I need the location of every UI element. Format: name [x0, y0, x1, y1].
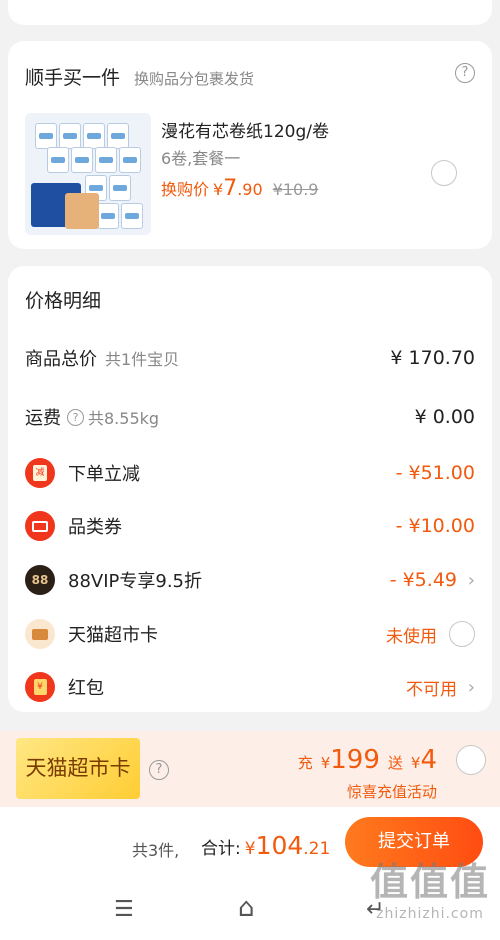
row-supermarket-card[interactable]: 天猫超市卡 未使用 [25, 619, 475, 649]
help-icon[interactable]: ? [455, 63, 475, 83]
row-instant-discount: 减 下单立减 - ¥51.00 [25, 458, 475, 488]
promo-prefix: 充 [297, 754, 313, 772]
promo-subtitle: 惊喜充值活动 [346, 783, 437, 801]
row-value: - ¥5.49 [389, 569, 457, 591]
total-int: 104 [255, 831, 304, 860]
home-icon[interactable]: ⌂ [238, 893, 255, 923]
detail-title: 价格明细 [25, 290, 102, 312]
row-goods-total: 商品总价 共1件宝贝 ¥ 170.70 [25, 344, 475, 372]
promo-currency: ¥ [320, 754, 331, 772]
row-sub: 共1件宝贝 [105, 350, 180, 369]
watermark-logo: 值值值 zhizhizhi.com [370, 851, 490, 922]
row-shipping: 运费 ? 共8.55kg ¥ 0.00 [25, 403, 475, 431]
row-label: 品类券 [68, 517, 122, 538]
row-value: ¥ 170.70 [390, 347, 475, 369]
total-label: 合计: [201, 839, 241, 859]
card-icon [25, 619, 55, 649]
total-dec: .21 [303, 839, 331, 859]
order-total: 合计: ¥ 104 .21 [201, 831, 330, 860]
addon-header: 顺手买一件 换购品分包裹发货 [25, 63, 254, 90]
vip88-icon: 88 [25, 565, 55, 595]
addon-select-radio[interactable] [431, 160, 457, 186]
promo-charge: 199 [330, 745, 380, 775]
recharge-promo: 天猫超市卡 ? 充 ¥ 199 送 ¥ 4 惊喜充值活动 [0, 731, 500, 807]
help-icon[interactable]: ? [149, 760, 169, 780]
previous-card [8, 0, 492, 25]
row-value: - ¥51.00 [395, 462, 475, 484]
product-price: 换购价 ¥ 7 .90 ¥10.9 [161, 176, 318, 201]
price-currency: ¥ [213, 180, 224, 199]
product-spec: 6卷,套餐一 [161, 149, 241, 168]
promo-bonus-word: 送 [387, 754, 403, 772]
promo-radio[interactable] [456, 745, 486, 775]
promo-currency: ¥ [410, 754, 421, 772]
price-detail-card: 价格明细 商品总价 共1件宝贝 ¥ 170.70 运费 ? 共8.55kg ¥ … [8, 266, 492, 712]
row-value: ¥ 0.00 [414, 406, 475, 428]
row-hongbao[interactable]: ¥ 红包 不可用 › [25, 672, 475, 702]
promo-offer: 充 ¥ 199 送 ¥ 4 [298, 745, 437, 775]
price-dec: .90 [237, 180, 263, 199]
product-image[interactable] [25, 113, 151, 235]
addon-card: 顺手买一件 换购品分包裹发货 ? 漫花有芯卷纸120g/卷 6卷,套餐一 换购价… [8, 41, 492, 249]
row-value: - ¥10.00 [395, 515, 475, 537]
supermarket-card-badge: 天猫超市卡 [16, 738, 140, 799]
menu-icon[interactable]: ☰ [114, 897, 134, 922]
price-int: 7 [223, 176, 238, 201]
row-label: 商品总价 [25, 349, 97, 370]
price-label: 换购价 [161, 180, 210, 199]
old-price: ¥10.9 [272, 180, 319, 199]
row-88vip[interactable]: 88 88VIP专享9.5折 - ¥5.49 › [25, 565, 475, 595]
jian-icon: 减 [25, 458, 55, 488]
row-label: 天猫超市卡 [68, 625, 158, 646]
row-label: 88VIP专享9.5折 [68, 571, 203, 592]
row-label: 红包 [68, 678, 104, 699]
chevron-right-icon[interactable]: › [468, 570, 475, 591]
ticket-icon [25, 511, 55, 541]
card-radio[interactable] [449, 621, 475, 647]
total-currency: ¥ [244, 839, 256, 859]
row-label: 下单立减 [68, 464, 140, 485]
promo-bonus: 4 [420, 745, 437, 775]
row-label: 运费 [25, 408, 61, 429]
help-icon[interactable]: ? [67, 408, 84, 426]
addon-title: 顺手买一件 [25, 67, 121, 89]
row-value: 不可用 [406, 679, 457, 700]
watermark-title: 值值值 [369, 860, 490, 904]
product-name[interactable]: 漫花有芯卷纸120g/卷 [161, 117, 329, 142]
row-sub: 共8.55kg [88, 409, 160, 428]
row-category-coupon: 品类券 - ¥10.00 [25, 511, 475, 541]
watermark-site: zhizhizhi.com [376, 906, 484, 922]
row-value: 未使用 [386, 626, 437, 647]
item-count: 共3件, [132, 841, 180, 860]
chevron-right-icon[interactable]: › [468, 677, 475, 698]
addon-subtitle: 换购品分包裹发货 [134, 70, 255, 88]
hongbao-icon: ¥ [25, 672, 55, 702]
checkout-footer: 共3件, 合计: ¥ 104 .21 提交订单 ☰ ⌂ ↵ 值值值 zhizhi… [0, 807, 500, 940]
